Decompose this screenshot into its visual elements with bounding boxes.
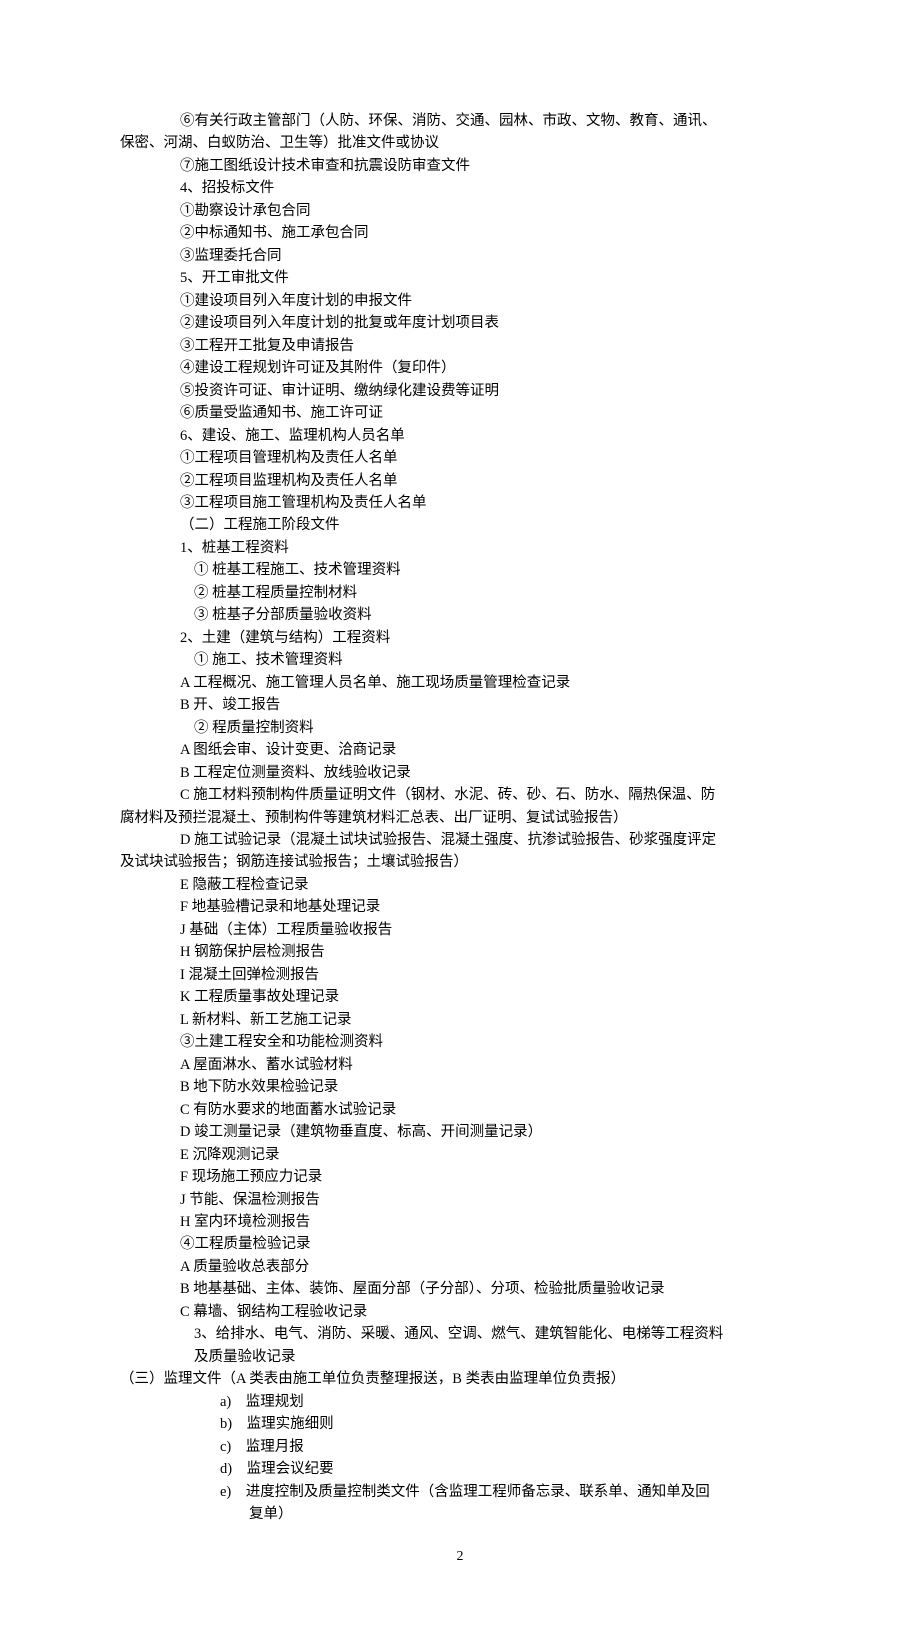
- text-line: L 新材料、新工艺施工记录: [120, 1009, 800, 1031]
- text-line: ①勘察设计承包合同: [120, 200, 800, 222]
- text-line: d) 监理会议纪要: [120, 1458, 800, 1480]
- text-line: ② 桩基工程质量控制材料: [120, 582, 800, 604]
- text-line: A 质量验收总表部分: [120, 1256, 800, 1278]
- text-line: a) 监理规划: [120, 1391, 800, 1413]
- text-line: ②中标通知书、施工承包合同: [120, 222, 800, 244]
- text-line: K 工程质量事故处理记录: [120, 986, 800, 1008]
- text-line: J 节能、保温检测报告: [120, 1189, 800, 1211]
- text-line: A 图纸会审、设计变更、洽商记录: [120, 739, 800, 761]
- text-line: C 幕墙、钢结构工程验收记录: [120, 1301, 800, 1323]
- text-line: B 开、竣工报告: [120, 694, 800, 716]
- page-number: 2: [120, 1546, 800, 1568]
- text-line: 及质量验收记录: [120, 1346, 800, 1368]
- text-line: F 现场施工预应力记录: [120, 1166, 800, 1188]
- text-line: D 施工试验记录（混凝土试块试验报告、混凝土强度、抗渗试验报告、砂浆强度评定: [120, 829, 800, 851]
- text-line: ③土建工程安全和功能检测资料: [120, 1031, 800, 1053]
- text-line: c) 监理月报: [120, 1436, 800, 1458]
- text-line: ①建设项目列入年度计划的申报文件: [120, 290, 800, 312]
- text-line: ③ 桩基子分部质量验收资料: [120, 604, 800, 626]
- text-line: （三）监理文件（A 类表由施工单位负责整理报送，B 类表由监理单位负责报）: [120, 1368, 800, 1390]
- text-line: D 竣工测量记录（建筑物垂直度、标高、开间测量记录）: [120, 1121, 800, 1143]
- text-line: ⑤投资许可证、审计证明、缴纳绿化建设费等证明: [120, 380, 800, 402]
- text-line: B 地下防水效果检验记录: [120, 1076, 800, 1098]
- text-line: E 隐蔽工程检查记录: [120, 874, 800, 896]
- text-line: 3、给排水、电气、消防、采暖、通风、空调、燃气、建筑智能化、电梯等工程资料: [120, 1323, 800, 1345]
- text-line: ⑦施工图纸设计技术审查和抗震设防审查文件: [120, 155, 800, 177]
- text-line: 1、桩基工程资料: [120, 537, 800, 559]
- text-line: 腐材料及预拦混凝土、预制构件等建筑材料汇总表、出厂证明、复试试验报告）: [120, 807, 800, 829]
- text-line: b) 监理实施细则: [120, 1413, 800, 1435]
- text-line: ③监理委托合同: [120, 245, 800, 267]
- text-line: B 工程定位测量资料、放线验收记录: [120, 762, 800, 784]
- text-line: ④工程质量检验记录: [120, 1233, 800, 1255]
- text-line: 及试块试验报告；钢筋连接试验报告；土壤试验报告）: [120, 851, 800, 873]
- text-line: ① 施工、技术管理资料: [120, 649, 800, 671]
- text-line: e) 进度控制及质量控制类文件（含监理工程师备忘录、联系单、通知单及回: [120, 1481, 800, 1503]
- text-line: 6、建设、施工、监理机构人员名单: [120, 425, 800, 447]
- text-line: ⑥质量受监通知书、施工许可证: [120, 402, 800, 424]
- text-line: E 沉降观测记录: [120, 1144, 800, 1166]
- text-line: ③工程项目施工管理机构及责任人名单: [120, 492, 800, 514]
- document-body: ⑥有关行政主管部门（人防、环保、消防、交通、园林、市政、文物、教育、通讯、保密、…: [120, 110, 800, 1526]
- text-line: C 施工材料预制构件质量证明文件（钢材、水泥、砖、砂、石、防水、隔热保温、防: [120, 784, 800, 806]
- text-line: J 基础（主体）工程质量验收报告: [120, 919, 800, 941]
- text-line: ② 程质量控制资料: [120, 717, 800, 739]
- text-line: 保密、河湖、白蚁防治、卫生等）批准文件或协议: [120, 132, 800, 154]
- text-line: H 室内环境检测报告: [120, 1211, 800, 1233]
- text-line: （二）工程施工阶段文件: [120, 514, 800, 536]
- text-line: I 混凝土回弹检测报告: [120, 964, 800, 986]
- text-line: B 地基基础、主体、装饰、屋面分部（子分部）、分项、检验批质量验收记录: [120, 1278, 800, 1300]
- text-line: ④建设工程规划许可证及其附件（复印件）: [120, 357, 800, 379]
- text-line: ⑥有关行政主管部门（人防、环保、消防、交通、园林、市政、文物、教育、通讯、: [120, 110, 800, 132]
- text-line: 4、招投标文件: [120, 177, 800, 199]
- text-line: F 地基验槽记录和地基处理记录: [120, 896, 800, 918]
- text-line: A 屋面淋水、蓄水试验材料: [120, 1054, 800, 1076]
- text-line: H 钢筋保护层检测报告: [120, 941, 800, 963]
- text-line: C 有防水要求的地面蓄水试验记录: [120, 1099, 800, 1121]
- text-line: 2、土建（建筑与结构）工程资料: [120, 627, 800, 649]
- text-line: ③工程开工批复及申请报告: [120, 335, 800, 357]
- text-line: ②建设项目列入年度计划的批复或年度计划项目表: [120, 312, 800, 334]
- text-line: ① 桩基工程施工、技术管理资料: [120, 559, 800, 581]
- text-line: ①工程项目管理机构及责任人名单: [120, 447, 800, 469]
- text-line: ②工程项目监理机构及责任人名单: [120, 470, 800, 492]
- text-line: 5、开工审批文件: [120, 267, 800, 289]
- text-line: 复单）: [120, 1503, 800, 1525]
- text-line: A 工程概况、施工管理人员名单、施工现场质量管理检查记录: [120, 672, 800, 694]
